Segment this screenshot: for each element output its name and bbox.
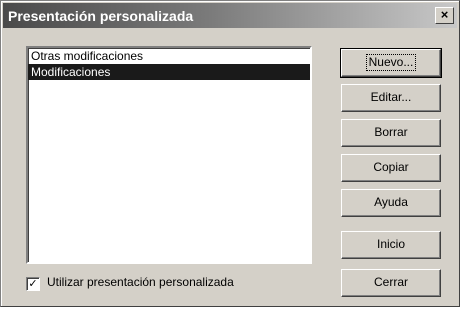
start-button[interactable]: Inicio: [341, 231, 441, 259]
close-dialog-button[interactable]: Cerrar: [341, 269, 441, 297]
help-button-label: Ayuda: [374, 195, 408, 209]
edit-button[interactable]: Editar...: [341, 84, 441, 112]
custom-shows-list[interactable]: Otras modificaciones Modificaciones: [26, 46, 312, 264]
list-item[interactable]: Otras modificaciones: [28, 48, 310, 64]
dialog-window: Presentación personalizada × Otras modif…: [0, 0, 460, 307]
checkmark-icon: ✓: [28, 278, 38, 290]
new-button[interactable]: Nuevo...: [340, 48, 442, 78]
delete-button[interactable]: Borrar: [341, 119, 441, 147]
dialog-title: Presentación personalizada: [8, 8, 194, 24]
edit-button-label: Editar...: [370, 90, 412, 104]
close-icon: ×: [440, 7, 449, 22]
use-custom-show-label[interactable]: Utilizar presentación personalizada: [47, 275, 234, 289]
copy-button-label: Copiar: [373, 160, 409, 174]
start-button-label: Inicio: [376, 237, 405, 251]
delete-button-label: Borrar: [374, 125, 408, 139]
list-item-selected[interactable]: Modificaciones: [28, 64, 310, 80]
new-button-label: Nuevo...: [365, 54, 417, 71]
copy-button[interactable]: Copiar: [341, 154, 441, 182]
title-bar[interactable]: Presentación personalizada ×: [3, 3, 457, 28]
close-button[interactable]: ×: [435, 7, 454, 24]
help-button[interactable]: Ayuda: [341, 189, 441, 217]
use-custom-show-checkbox[interactable]: ✓: [26, 277, 40, 291]
close-dialog-button-label: Cerrar: [373, 275, 408, 289]
